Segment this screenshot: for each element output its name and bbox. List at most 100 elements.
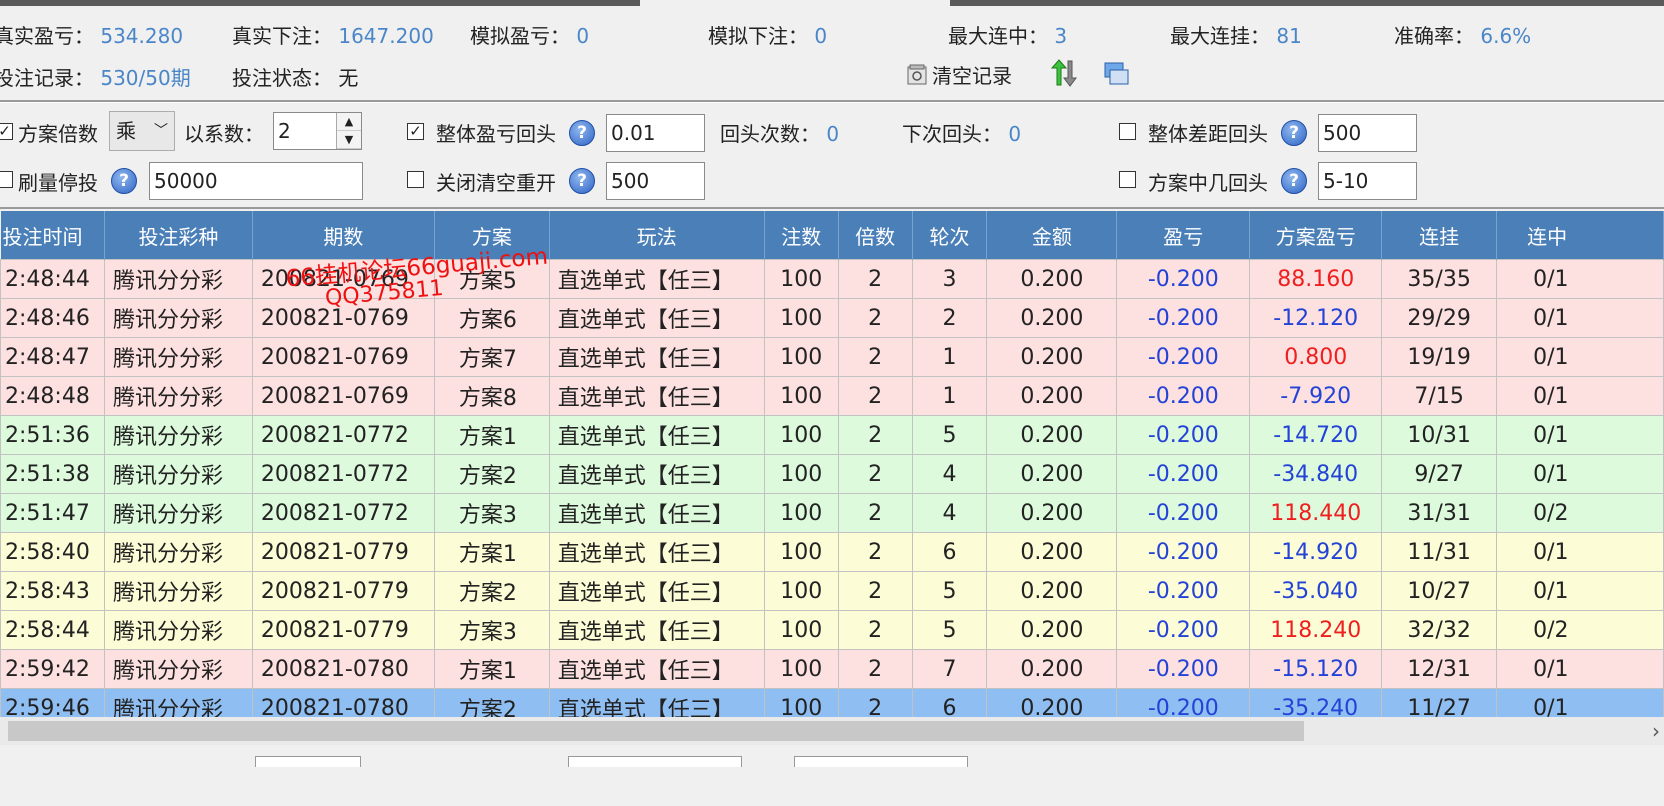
table-row[interactable]: 2:58:44 腾讯分分彩 200821-0779 方案3 直选单式【任三】 100 2 5 0… bbox=[0, 610, 1664, 650]
stat-bet-status: 投注状态： 无 bbox=[232, 66, 359, 90]
multiplier-mode-select[interactable]: 乘 ﹀ bbox=[109, 111, 175, 151]
cell-lottery: 腾讯分分彩 bbox=[103, 493, 253, 533]
window-icon[interactable] bbox=[1104, 62, 1130, 91]
cell-pl: -0.200 bbox=[1116, 493, 1251, 533]
table-row[interactable]: 2:51:47 腾讯分分彩 200821-0772 方案3 直选单式【任三】 100 2 4 0… bbox=[0, 493, 1664, 533]
cell-lose: 10/27 bbox=[1381, 571, 1498, 611]
close-clear-restart-checkbox[interactable] bbox=[407, 171, 424, 188]
overall-gap-return-input[interactable]: 500 bbox=[1318, 114, 1417, 152]
bottom-control[interactable] bbox=[794, 756, 968, 767]
cell-play: 直选单式【任三】 bbox=[548, 259, 765, 299]
coefficient-stepper[interactable]: 2 ▲ ▼ bbox=[273, 112, 362, 150]
cell-lose: 7/15 bbox=[1381, 376, 1498, 416]
stepper-up-icon[interactable]: ▲ bbox=[337, 113, 361, 131]
overall-gap-return-checkbox[interactable] bbox=[1119, 123, 1136, 140]
volume-stop-checkbox[interactable] bbox=[0, 171, 13, 188]
cell-count: 100 bbox=[763, 376, 839, 416]
cell-win: 0/1 bbox=[1496, 571, 1664, 611]
cell-mult: 2 bbox=[837, 493, 913, 533]
coefficient-label: 以系数： bbox=[184, 122, 264, 146]
column-header[interactable]: 连中 bbox=[1496, 211, 1664, 260]
sort-arrows-icon[interactable] bbox=[1048, 58, 1078, 93]
table-row[interactable]: 2:48:48 腾讯分分彩 200821-0769 方案8 直选单式【任三】 100 2 1 0… bbox=[0, 376, 1664, 416]
scroll-right-icon[interactable]: › bbox=[1652, 717, 1660, 745]
scrollbar-thumb[interactable] bbox=[8, 721, 1304, 741]
cell-period: 200821-0772 bbox=[251, 493, 435, 533]
close-clear-restart-label: 关闭清空重开 bbox=[436, 171, 556, 195]
stepper-down-icon[interactable]: ▼ bbox=[337, 131, 361, 149]
column-header[interactable]: 注数 bbox=[764, 211, 839, 260]
column-header[interactable]: 盈亏 bbox=[1116, 211, 1251, 260]
plan-hit-return-input[interactable]: 5-10 bbox=[1318, 162, 1417, 200]
overall-pl-return-label: 整体盈亏回头 bbox=[436, 122, 556, 146]
separator bbox=[0, 207, 1664, 209]
cell-amount: 0.200 bbox=[986, 571, 1118, 611]
help-icon[interactable]: ? bbox=[1281, 168, 1307, 194]
help-icon[interactable]: ? bbox=[569, 120, 595, 146]
help-icon[interactable]: ? bbox=[111, 168, 137, 194]
cell-win: 0/1 bbox=[1496, 259, 1664, 299]
cell-plan: 方案2 bbox=[433, 688, 550, 717]
column-header[interactable]: 方案盈亏 bbox=[1249, 211, 1383, 260]
cell-plan: 方案8 bbox=[433, 376, 550, 416]
cell-win: 0/1 bbox=[1496, 688, 1664, 717]
plan-hit-return-checkbox[interactable] bbox=[1119, 171, 1136, 188]
plan-multiplier-checkbox[interactable]: ✓ bbox=[0, 123, 13, 140]
bottom-control[interactable] bbox=[568, 756, 742, 767]
horizontal-scrollbar[interactable]: › bbox=[0, 717, 1664, 745]
table-row[interactable]: 2:48:44 腾讯分分彩 200821-0769 方案5 直选单式【任三】 100 2 3 0… bbox=[0, 259, 1664, 299]
bet-records-grid[interactable]: 投注时间 投注彩种 期数 方案 玩法 注数 倍数 轮次 金额 盈亏 方案盈亏 连挂 连中 2:48:44… bbox=[0, 211, 1664, 717]
cell-amount: 0.200 bbox=[986, 337, 1118, 377]
help-icon[interactable]: ? bbox=[1281, 120, 1307, 146]
stat-bet-records: 投注记录： 530/50期 bbox=[0, 66, 191, 90]
cell-plan: 方案1 bbox=[433, 415, 550, 455]
cell-pl: -0.200 bbox=[1116, 649, 1251, 689]
cell-pl: -0.200 bbox=[1116, 532, 1251, 572]
stat-real-pl: 真实盈亏： 534.280 bbox=[0, 24, 184, 48]
column-header[interactable]: 玩法 bbox=[549, 211, 765, 260]
cell-count: 100 bbox=[763, 298, 839, 338]
bottom-control[interactable] bbox=[255, 756, 361, 767]
volume-stop-input[interactable]: 50000 bbox=[149, 162, 363, 200]
column-header[interactable]: 投注时间 bbox=[0, 211, 105, 260]
column-header[interactable]: 金额 bbox=[986, 211, 1118, 260]
table-row[interactable]: 2:51:36 腾讯分分彩 200821-0772 方案1 直选单式【任三】 100 2 5 0… bbox=[0, 415, 1664, 455]
column-header[interactable]: 倍数 bbox=[838, 211, 913, 260]
cell-pl: -0.200 bbox=[1116, 454, 1251, 494]
cell-play: 直选单式【任三】 bbox=[548, 610, 765, 650]
cell-round: 2 bbox=[911, 298, 988, 338]
cell-lose: 31/31 bbox=[1381, 493, 1498, 533]
column-header[interactable]: 投注彩种 bbox=[104, 211, 253, 260]
table-header-row: 投注时间 投注彩种 期数 方案 玩法 注数 倍数 轮次 金额 盈亏 方案盈亏 连挂 连中 bbox=[0, 211, 1664, 260]
cell-play: 直选单式【任三】 bbox=[548, 532, 765, 572]
cell-plan-pl: 88.160 bbox=[1249, 259, 1383, 299]
overall-pl-return-input[interactable]: 0.01 bbox=[606, 114, 705, 152]
cell-mult: 2 bbox=[837, 610, 913, 650]
cell-plan-pl: -12.120 bbox=[1249, 298, 1383, 338]
cell-count: 100 bbox=[763, 571, 839, 611]
cell-plan-pl: 118.440 bbox=[1249, 493, 1383, 533]
table-row[interactable]: 2:59:42 腾讯分分彩 200821-0780 方案1 直选单式【任三】 100 2 7 0… bbox=[0, 649, 1664, 689]
table-row[interactable]: 2:59:46 腾讯分分彩 200821-0780 方案2 直选单式【任三】 100 2 6 0… bbox=[0, 688, 1664, 717]
cell-lose: 32/32 bbox=[1381, 610, 1498, 650]
table-row[interactable]: 2:48:47 腾讯分分彩 200821-0769 方案7 直选单式【任三】 100 2 1 0… bbox=[0, 337, 1664, 377]
table-row[interactable]: 2:58:40 腾讯分分彩 200821-0779 方案1 直选单式【任三】 100 2 6 0… bbox=[0, 532, 1664, 572]
cell-time: 2:51:36 bbox=[0, 415, 105, 455]
bet-records-table: 投注时间 投注彩种 期数 方案 玩法 注数 倍数 轮次 金额 盈亏 方案盈亏 连挂 连中 2:48:44… bbox=[0, 211, 1664, 717]
cell-plan-pl: -35.040 bbox=[1249, 571, 1383, 611]
table-row[interactable]: 2:51:38 腾讯分分彩 200821-0772 方案2 直选单式【任三】 100 2 4 0… bbox=[0, 454, 1664, 494]
clear-records-button[interactable]: 清空记录 bbox=[906, 60, 1012, 89]
cell-amount: 0.200 bbox=[986, 415, 1118, 455]
column-header[interactable]: 轮次 bbox=[912, 211, 988, 260]
cell-plan: 方案3 bbox=[433, 493, 550, 533]
cell-play: 直选单式【任三】 bbox=[548, 415, 765, 455]
table-row[interactable]: 2:58:43 腾讯分分彩 200821-0779 方案2 直选单式【任三】 100 2 5 0… bbox=[0, 571, 1664, 611]
column-header[interactable]: 连挂 bbox=[1381, 211, 1498, 260]
help-icon[interactable]: ? bbox=[569, 168, 595, 194]
stepper-arrows[interactable]: ▲ ▼ bbox=[336, 113, 361, 149]
cell-lottery: 腾讯分分彩 bbox=[103, 649, 253, 689]
close-clear-restart-input[interactable]: 500 bbox=[606, 162, 705, 200]
table-row[interactable]: 2:48:46 腾讯分分彩 200821-0769 方案6 直选单式【任三】 100 2 2 0… bbox=[0, 298, 1664, 338]
cell-round: 5 bbox=[911, 610, 988, 650]
overall-pl-return-checkbox[interactable]: ✓ bbox=[407, 123, 424, 140]
